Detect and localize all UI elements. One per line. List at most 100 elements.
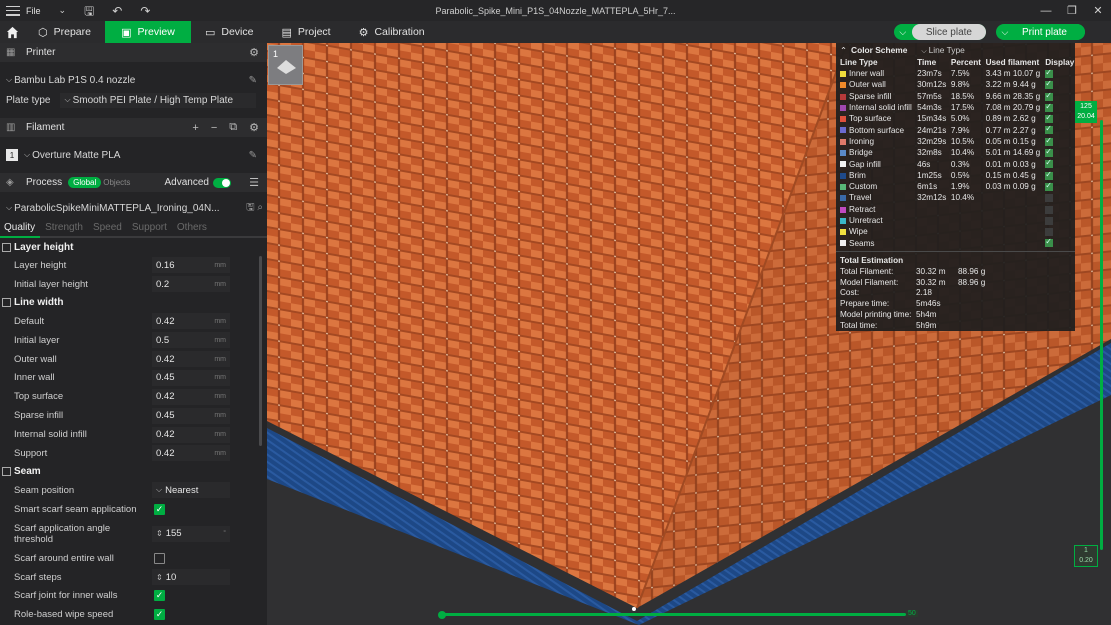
display-checkbox[interactable] — [1045, 181, 1054, 191]
display-checkbox[interactable] — [1045, 170, 1054, 180]
sync-icon[interactable]: ⧉ — [229, 121, 237, 134]
tab-preview[interactable]: ▣ Preview — [104, 21, 191, 43]
param-row: Layer height 0.16 mm — [0, 256, 267, 275]
display-checkbox[interactable] — [1045, 113, 1054, 124]
scarf-angle-stepper[interactable]: ⇕ 155 ° — [152, 525, 230, 542]
line-width-default-input[interactable]: 0.42 mm — [152, 313, 230, 330]
display-checkbox[interactable] — [1045, 91, 1054, 101]
gear-icon[interactable]: ⚙ — [249, 121, 259, 134]
display-checkbox[interactable] — [1045, 79, 1054, 90]
layer-slider-track[interactable] — [1100, 120, 1103, 550]
estimation-row: Prepare time: 5m46s — [840, 299, 941, 309]
line-width-outer-input[interactable]: 0.42 mm — [152, 351, 230, 367]
stepper-icon[interactable]: ⇕ — [156, 573, 163, 582]
chevron-down-icon: ⌵ — [156, 485, 163, 495]
global-toggle[interactable]: Global — [68, 177, 102, 188]
role-wipe-checkbox[interactable]: ✓ — [154, 609, 165, 621]
advanced-toggle[interactable] — [213, 177, 231, 188]
edit-icon[interactable]: ✎ — [249, 150, 257, 161]
color-swatch — [840, 93, 846, 100]
display-checkbox[interactable] — [1045, 194, 1054, 203]
tab-project[interactable]: ▤ Project — [267, 21, 344, 43]
scarf-entire-checkbox[interactable] — [154, 552, 165, 564]
collapse-icon[interactable]: ⌃ — [840, 45, 847, 55]
param-row: Inner wall 0.45 mm — [0, 368, 267, 387]
save-icon[interactable]: 🖫 — [84, 5, 94, 17]
move-slider-track[interactable] — [440, 613, 906, 616]
filament-icon: ▥ — [6, 121, 16, 133]
tab-support[interactable]: Support — [132, 222, 167, 233]
plate-type-select[interactable]: ⌵ Smooth PEI Plate / High Temp Plate — [60, 92, 257, 108]
smart-scarf-checkbox[interactable]: ✓ — [154, 503, 165, 515]
display-checkbox[interactable] — [1045, 228, 1054, 237]
close-icon[interactable]: ✕ — [1085, 4, 1111, 17]
scarf-inner-checkbox[interactable]: ✓ — [154, 590, 165, 602]
minimize-icon[interactable]: — — [1033, 5, 1059, 17]
chevron-down-icon: ⌵ — [64, 95, 71, 104]
seam-position-select[interactable]: ⌵ Nearest — [152, 482, 230, 499]
tab-strength[interactable]: Strength — [45, 222, 83, 233]
initial-layer-height-input[interactable]: 0.2 mm — [152, 276, 230, 293]
color-swatch — [840, 138, 846, 145]
tab-calibration[interactable]: ⚙ Calibration — [345, 21, 439, 43]
display-checkbox[interactable] — [1045, 237, 1054, 248]
display-checkbox[interactable] — [1045, 158, 1054, 169]
window-title: Parabolic_Spike_Mini_P1S_04Nozzle_MATTEP… — [435, 5, 676, 16]
legend-row: Brim 1m25s 0.5% 0.15 m 0.45 g — [836, 170, 1075, 181]
line-width-inner-input[interactable]: 0.45 mm — [152, 369, 230, 386]
color-swatch — [840, 161, 846, 168]
tab-prepare[interactable]: ⬡ Prepare — [24, 21, 105, 43]
printer-selector[interactable]: ⌵ Bambu Lab P1S 0.4 nozzle ✎ — [0, 70, 267, 90]
display-checkbox[interactable] — [1045, 147, 1054, 158]
display-checkbox[interactable] — [1045, 124, 1054, 135]
legend-row: Travel 32m12s 10.4% — [836, 192, 1075, 203]
display-checkbox[interactable] — [1045, 216, 1054, 225]
print-plate-button[interactable]: ⌵ Print plate — [995, 24, 1085, 40]
layer-slider-top-handle[interactable]: 125 20.04 — [1075, 101, 1097, 123]
line-width-top-input[interactable]: 0.42 mm — [152, 388, 230, 405]
objects-toggle[interactable]: Objects — [103, 178, 130, 187]
estimation-row: Model Filament: 30.32 m 88.96 g — [840, 277, 986, 287]
add-icon[interactable]: + — [192, 122, 198, 134]
line-width-support-input[interactable]: 0.42 mm — [152, 445, 230, 462]
list-icon[interactable]: ☰ — [249, 176, 259, 189]
sidebar-scrollbar[interactable] — [259, 256, 262, 446]
line-type-select[interactable]: Line Type — [921, 45, 965, 56]
stepper-icon[interactable]: ⇕ — [156, 528, 163, 539]
save-search-icons[interactable]: 🖫 ⌕ — [246, 200, 263, 217]
hamburger-menu-icon[interactable] — [6, 5, 20, 16]
file-menu[interactable]: File — [26, 6, 41, 16]
cube-icon: ⬡ — [38, 26, 48, 39]
tab-quality[interactable]: Quality — [4, 222, 35, 233]
legend-row: Gap infill 46s 0.3% 0.01 m 0.03 g — [836, 158, 1075, 169]
line-width-sparse-input[interactable]: 0.45 mm — [152, 407, 230, 424]
filament-slot-row[interactable]: 1 ⌵ Overture Matte PLA ✎ — [0, 145, 267, 165]
remove-icon[interactable]: − — [211, 122, 217, 134]
tab-speed[interactable]: Speed — [93, 222, 122, 233]
display-checkbox[interactable] — [1045, 136, 1054, 146]
line-width-internal-solid-input[interactable]: 0.42 mm — [152, 426, 230, 443]
line-width-initial-input[interactable]: 0.5 mm — [152, 332, 230, 349]
tab-device[interactable]: ▭ Device — [191, 21, 268, 43]
redo-icon[interactable]: ↷ — [140, 5, 150, 17]
plate-thumbnail[interactable]: 1 — [268, 45, 303, 85]
layer-height-input[interactable]: 0.16 mm — [152, 257, 230, 274]
display-checkbox[interactable] — [1045, 68, 1054, 78]
process-profile-selector[interactable]: ⌵ ParabolicSpikeMiniMATTEPLA_Ironing_04N.… — [0, 198, 267, 218]
display-checkbox[interactable] — [1045, 205, 1054, 214]
chevron-down-icon[interactable]: ⌄ — [59, 5, 67, 16]
tab-others[interactable]: Others — [177, 222, 207, 233]
layer-slider-bottom-handle[interactable]: 1 0.20 — [1074, 545, 1098, 567]
undo-icon[interactable]: ↶ — [112, 5, 122, 17]
gear-icon[interactable]: ⚙ — [249, 46, 259, 59]
display-checkbox[interactable] — [1045, 102, 1054, 112]
chevron-down-icon[interactable]: ⌵ — [894, 24, 912, 40]
param-row: Support 0.42 mm — [0, 444, 267, 463]
edit-icon[interactable]: ✎ — [249, 75, 257, 86]
scarf-steps-stepper[interactable]: ⇕ 10 — [152, 569, 230, 586]
move-slider-handle[interactable] — [438, 611, 446, 619]
home-icon[interactable] — [0, 21, 24, 43]
chevron-down-icon[interactable]: ⌵ — [996, 24, 1014, 40]
restore-icon[interactable]: ❐ — [1059, 4, 1085, 17]
slice-plate-button[interactable]: ⌵ Slice plate — [893, 24, 986, 40]
